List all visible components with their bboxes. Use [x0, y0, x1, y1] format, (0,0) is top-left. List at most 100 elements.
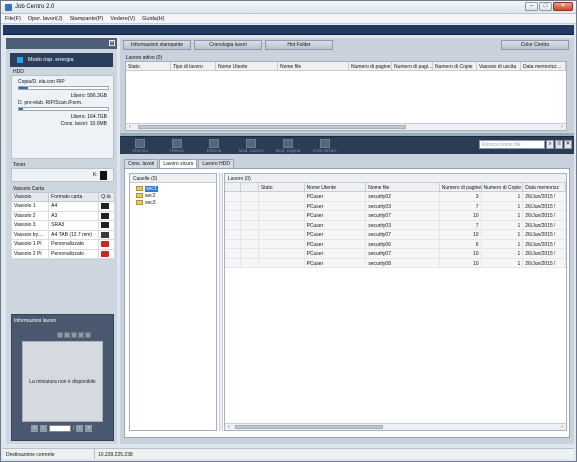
scroll-left-icon[interactable]: ‹: [127, 124, 133, 130]
page-number-input[interactable]: [49, 425, 71, 432]
col-status[interactable]: Stato: [259, 183, 305, 191]
job-list-scrollbar[interactable]: ‹ ›: [225, 423, 566, 430]
col-copies[interactable]: Numero di Copie: [433, 62, 477, 70]
last-page-button[interactable]: »: [85, 425, 93, 432]
row-pages: 7: [440, 220, 482, 229]
tray-row[interactable]: Vassoio 2 PI Personalizzato: [10, 248, 115, 259]
col-copies[interactable]: Numero di Copie: [482, 183, 524, 191]
col-pages[interactable]: Numero di pagine: [349, 62, 392, 70]
search-options-icon[interactable]: ≡: [555, 140, 563, 149]
row-status: [259, 211, 305, 220]
tray-row[interactable]: Vassoio 3 SRA3: [10, 220, 115, 231]
scroll-right-icon[interactable]: ›: [559, 424, 565, 430]
col-stored-date[interactable]: Data memorizz: [523, 183, 566, 191]
active-jobs-header: Stato Tipo di lavoro Nome Utente Nome fi…: [126, 62, 566, 71]
edit-job-button[interactable]: Mod. Lavoro: [233, 138, 269, 154]
table-row[interactable]: PCuser security06 6 1 26/Jun/2015 !: [225, 239, 566, 249]
menu-file[interactable]: File(F): [1, 14, 24, 23]
row-status: [259, 230, 305, 239]
mailbox-item[interactable]: sec1: [136, 185, 216, 192]
row-stored-date: 26/Jun/2015 !: [523, 211, 566, 220]
close-button[interactable]: ✕: [553, 2, 573, 11]
zoom-out-icon[interactable]: [71, 332, 77, 338]
tray-name: Vassoio 1: [10, 201, 50, 212]
table-row[interactable]: PCuser security03 7 1 26/Jun/2015 !: [225, 220, 566, 230]
col-status[interactable]: Stato: [126, 62, 171, 70]
recall-button[interactable]: Rilievo: [159, 138, 195, 154]
print-icon: [135, 139, 145, 148]
trays-header-tray[interactable]: Vassoio: [10, 192, 50, 202]
col-pages-2[interactable]: Numero di pagi…: [392, 62, 433, 70]
tab-secure-jobs[interactable]: Lavoro sicuro: [159, 159, 198, 168]
active-jobs-scrollbar[interactable]: ‹ ›: [126, 123, 566, 130]
vertical-splitter[interactable]: [219, 173, 223, 431]
search-input[interactable]: Ricerca nome file: [479, 140, 545, 149]
tab-job-history[interactable]: Cronologia lavori: [194, 40, 262, 50]
col-job-type[interactable]: Tipo di lavoro: [171, 62, 216, 70]
tray-row[interactable]: Vassoio 1 A4: [10, 201, 115, 212]
toner-box: K:: [11, 168, 114, 182]
table-row[interactable]: PCuser security07 10 1 26/Jun/2015 !: [225, 230, 566, 240]
tab-printer-info[interactable]: Informazioni stampante: [123, 40, 191, 50]
scroll-right-icon[interactable]: ›: [559, 124, 565, 130]
page-view-icon[interactable]: [57, 332, 63, 338]
rotate-icon[interactable]: [78, 332, 84, 338]
menu-help[interactable]: Guida(H): [138, 14, 167, 23]
col-output-tray[interactable]: Vassoio di uscita: [477, 62, 521, 70]
tab-stored-jobs[interactable]: Cons. lavori: [124, 159, 159, 168]
pin-icon[interactable]: ×: [109, 40, 115, 46]
minimize-button[interactable]: –: [525, 2, 538, 11]
search-icon[interactable]: ⌕: [546, 140, 554, 149]
destination-value: 10.239.225.238: [98, 452, 133, 458]
table-row[interactable]: PCuser security02 3 1 26/Jun/2015 !: [225, 192, 566, 202]
tab-hdd-jobs[interactable]: Lavoro HDD: [198, 159, 234, 168]
zoom-in-icon[interactable]: [64, 332, 70, 338]
tray-row[interactable]: Vassoio 1 PI Personalizzato: [10, 239, 115, 250]
tab-hot-folder[interactable]: Hot Folder: [265, 40, 333, 50]
delete-button[interactable]: Elimina: [196, 138, 232, 154]
trays-header-format[interactable]: Formato carta: [48, 192, 100, 202]
col-username[interactable]: Nome Utente: [305, 183, 367, 191]
table-row[interactable]: PCuser security08 10 1 26/Jun/2015 !: [225, 258, 566, 268]
mailbox-item[interactable]: sec2: [136, 192, 216, 199]
search-clear-icon[interactable]: ✕: [564, 140, 572, 149]
tab-color-centro[interactable]: Color Centro: [501, 40, 569, 50]
row-stored-date: 26/Jun/2015 !: [523, 230, 566, 239]
prev-page-button[interactable]: ‹: [40, 425, 47, 432]
menu-jobs[interactable]: Oper. lavori(J): [24, 14, 66, 23]
hdd-copy-bar: [18, 86, 109, 90]
row-icon: [241, 230, 259, 239]
mailbox-item[interactable]: sec3: [136, 199, 216, 206]
col-filename[interactable]: Nome file: [366, 183, 440, 191]
storage-tabs: Cons. lavori Lavoro sicuro Lavoro HDD: [124, 159, 235, 168]
tray-row[interactable]: Vassoio by… A4 TAB (12.7 mm): [10, 229, 115, 240]
tray-row[interactable]: Vassoio 2 A3: [10, 210, 115, 221]
col-icon[interactable]: [241, 183, 259, 191]
menu-printer[interactable]: Stampante(P): [65, 14, 106, 23]
col-stored-date[interactable]: Data memorizz…: [521, 62, 566, 70]
scroll-thumb[interactable]: [235, 425, 383, 429]
row-check: [225, 258, 241, 267]
trays-header-qty[interactable]: Q.tà: [98, 192, 115, 202]
fit-icon[interactable]: [85, 332, 91, 338]
table-row[interactable]: PCuser security03 7 1 26/Jun/2015 !: [225, 201, 566, 211]
send-button[interactable]: Invia Orcan.: [307, 138, 343, 154]
menu-view[interactable]: Vedere(V): [106, 14, 138, 23]
edit-page-button[interactable]: Mod. pagina: [270, 138, 306, 154]
table-row[interactable]: PCuser security07 10 1 26/Jun/2015 !: [225, 211, 566, 221]
col-filename[interactable]: Nome file: [278, 62, 349, 70]
maximize-button[interactable]: □: [539, 2, 552, 11]
hdd-copy-label: Copia/D. ela.con RIP: [18, 79, 65, 85]
job-toolbar: Stampa Rilievo Elimina Mod. Lavoro Mod. …: [120, 136, 574, 154]
first-page-button[interactable]: «: [31, 425, 38, 432]
scroll-thumb[interactable]: [138, 125, 406, 129]
print-button[interactable]: Stampa: [122, 138, 158, 154]
col-username[interactable]: Nome Utente: [216, 62, 278, 70]
table-row[interactable]: PCuser security07 10 1 26/Jun/2015 !: [225, 249, 566, 259]
col-check[interactable]: [225, 183, 241, 191]
scroll-left-icon[interactable]: ‹: [226, 424, 232, 430]
next-page-button[interactable]: ›: [76, 425, 84, 432]
col-pages[interactable]: Numero di pagine: [440, 183, 482, 191]
mailbox-name: sec3: [145, 199, 156, 206]
tray-qty: [98, 239, 115, 250]
